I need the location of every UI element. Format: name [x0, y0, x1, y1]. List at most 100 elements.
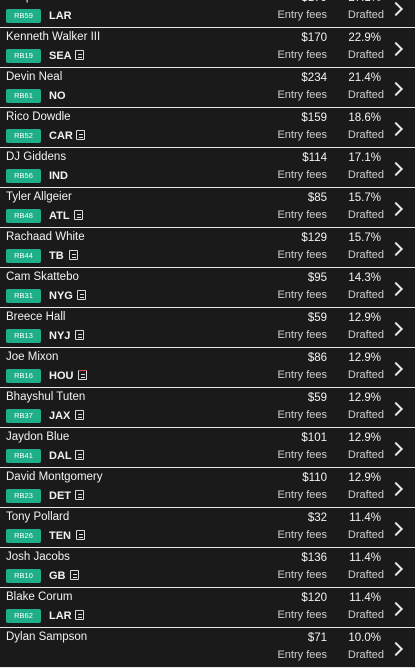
player-note-icon[interactable] [78, 370, 87, 380]
player-note-icon[interactable] [75, 610, 84, 620]
chevron-right-icon[interactable] [388, 521, 404, 537]
player-name: Joe Mixon [6, 351, 59, 363]
team-abbrev: CAR [49, 130, 73, 142]
drafted-label: Drafted [347, 249, 384, 261]
entry-fee-value: $136 [301, 552, 327, 564]
player-note-icon[interactable] [75, 330, 84, 340]
team-abbrev: LAR [49, 10, 72, 22]
chevron-right-icon[interactable] [388, 601, 404, 617]
chevron-right-icon[interactable] [388, 641, 404, 657]
player-name: Devin Neal [6, 71, 63, 83]
player-name: Jaydon Blue [6, 431, 70, 443]
player-row[interactable]: Josh Jacobs RB10 GB $136 Entry fees 11.4% Draf… [0, 548, 415, 588]
player-row[interactable]: Breece Hall RB13 NYJ $59 Entry fees 12.9% Draf… [0, 308, 415, 348]
drafted-label: Drafted [347, 649, 384, 661]
player-note-icon[interactable] [70, 570, 79, 580]
player-row[interactable]: Jaydon Blue RB41 DAL $101 Entry fees 12.9% Dra… [0, 428, 415, 468]
entry-fees-label: Entry fees [277, 329, 327, 341]
player-row[interactable]: Rico Dowdle RB52 CAR $159 Entry fees 18.6% Dra… [0, 108, 415, 148]
chevron-right-icon[interactable] [388, 401, 404, 417]
player-note-icon[interactable] [74, 210, 83, 220]
chevron-right-icon[interactable] [388, 81, 404, 97]
player-name: Dylan Sampson [6, 631, 88, 643]
player-note-icon[interactable] [76, 530, 85, 540]
drafted-percent: 17.1% [348, 152, 381, 164]
drafted-percent: 22.9% [348, 32, 381, 44]
player-note-icon[interactable] [75, 50, 84, 60]
position-rank-badge: RB56 [6, 169, 41, 183]
player-row[interactable]: DJ Giddens RB56 IND $114 Entry fees 17.1% Draf… [0, 148, 415, 188]
team-abbrev: NO [49, 90, 66, 102]
player-name: Bhayshul Tuten [6, 391, 86, 403]
player-name: Cam Skattebo [6, 271, 79, 283]
position-rank-badge: RB44 [6, 249, 41, 263]
player-row[interactable]: Dylan Sampson $71 Entry fees 10.0% Drafted [0, 628, 415, 668]
chevron-right-icon[interactable] [388, 281, 404, 297]
position-rank-badge: RB31 [6, 289, 41, 303]
drafted-percent: 15.7% [348, 232, 381, 244]
entry-fee-value: $170 [301, 32, 327, 44]
entry-fees-label: Entry fees [277, 9, 327, 21]
player-name: Breece Hall [6, 311, 66, 323]
position-rank-badge: RB48 [6, 209, 41, 223]
player-note-icon[interactable] [76, 130, 85, 140]
player-row[interactable]: Bhayshul Tuten RB37 JAX $59 Entry fees 12.9% D… [0, 388, 415, 428]
team-abbrev: JAX [49, 410, 71, 422]
player-row[interactable]: Kenneth Walker III RB19 SEA $170 Entry fees 2… [0, 28, 415, 68]
chevron-right-icon[interactable] [388, 241, 404, 257]
entry-fee-value: $59 [307, 392, 327, 404]
player-row[interactable]: Tyler Allgeier RB48 ATL $85 Entry fees 15.7% D… [0, 188, 415, 228]
entry-fee-value: $234 [301, 72, 327, 84]
player-row[interactable]: Blake Corum RB62 LAR $120 Entry fees 11.4% Dra… [0, 588, 415, 628]
drafted-label: Drafted [347, 9, 384, 21]
player-note-icon[interactable] [75, 410, 84, 420]
player-row[interactable]: Tony Pollard RB26 TEN $32 Entry fees 11.4% Dra… [0, 508, 415, 548]
entry-fees-label: Entry fees [277, 89, 327, 101]
chevron-right-icon[interactable] [388, 201, 404, 217]
chevron-right-icon[interactable] [388, 321, 404, 337]
entry-fee-value: $114 [302, 152, 327, 164]
entry-fees-label: Entry fees [277, 289, 327, 301]
team-abbrev: DET [49, 490, 71, 502]
chevron-right-icon[interactable] [388, 481, 404, 497]
player-name: Rico Dowdle [6, 111, 71, 123]
entry-fees-label: Entry fees [277, 489, 327, 501]
entry-fee-value: $101 [301, 432, 327, 444]
drafted-percent: 12.9% [348, 472, 381, 484]
player-note-icon[interactable] [77, 290, 86, 300]
player-row[interactable]: Joe Mixon RB16 HOU $86 Entry fees 12.9% Drafte… [0, 348, 415, 388]
team-abbrev: HOU [49, 370, 74, 382]
chevron-right-icon[interactable] [388, 441, 404, 457]
chevron-right-icon[interactable] [388, 161, 404, 177]
player-row[interactable]: Devin Neal RB61 NO $234 Entry fees 21.4% Draft… [0, 68, 415, 108]
team-abbrev: SEA [49, 50, 72, 62]
chevron-right-icon[interactable] [388, 121, 404, 137]
entry-fee-value: $71 [307, 632, 327, 644]
entry-fee-value: $159 [301, 112, 327, 124]
chevron-right-icon[interactable] [388, 41, 404, 57]
team-abbrev: NYG [49, 290, 73, 302]
drafted-label: Drafted [347, 609, 384, 621]
team-abbrev: ATL [49, 210, 70, 222]
entry-fees-label: Entry fees [277, 609, 327, 621]
drafted-percent: 11.4% [349, 512, 381, 524]
player-row[interactable]: Cam Skattebo RB31 NYG $95 Entry fees 14.3% Dra… [0, 268, 415, 308]
entry-fees-label: Entry fees [277, 369, 327, 381]
player-note-icon[interactable] [75, 450, 84, 460]
entry-fee-value: $120 [301, 592, 327, 604]
player-note-icon[interactable] [75, 490, 84, 500]
player-row[interactable]: Jarquez Hunter RB59 LAR $179 Entry fees 27.1%… [0, 0, 415, 28]
team-abbrev: DAL [49, 450, 72, 462]
entry-fee-value: $110 [302, 472, 327, 484]
chevron-right-icon[interactable] [388, 561, 404, 577]
position-rank-badge: RB10 [6, 569, 41, 583]
player-note-icon[interactable] [69, 250, 78, 260]
chevron-right-icon[interactable] [388, 361, 404, 377]
drafted-percent: 14.3% [348, 272, 381, 284]
entry-fees-label: Entry fees [277, 649, 327, 661]
team-abbrev: GB [49, 570, 66, 582]
player-row[interactable]: Rachaad White RB44 TB $129 Entry fees 15.7% Dr… [0, 228, 415, 268]
drafted-label: Drafted [347, 449, 384, 461]
chevron-right-icon[interactable] [388, 1, 404, 17]
player-row[interactable]: David Montgomery RB23 DET $110 Entry fees 12.… [0, 468, 415, 508]
